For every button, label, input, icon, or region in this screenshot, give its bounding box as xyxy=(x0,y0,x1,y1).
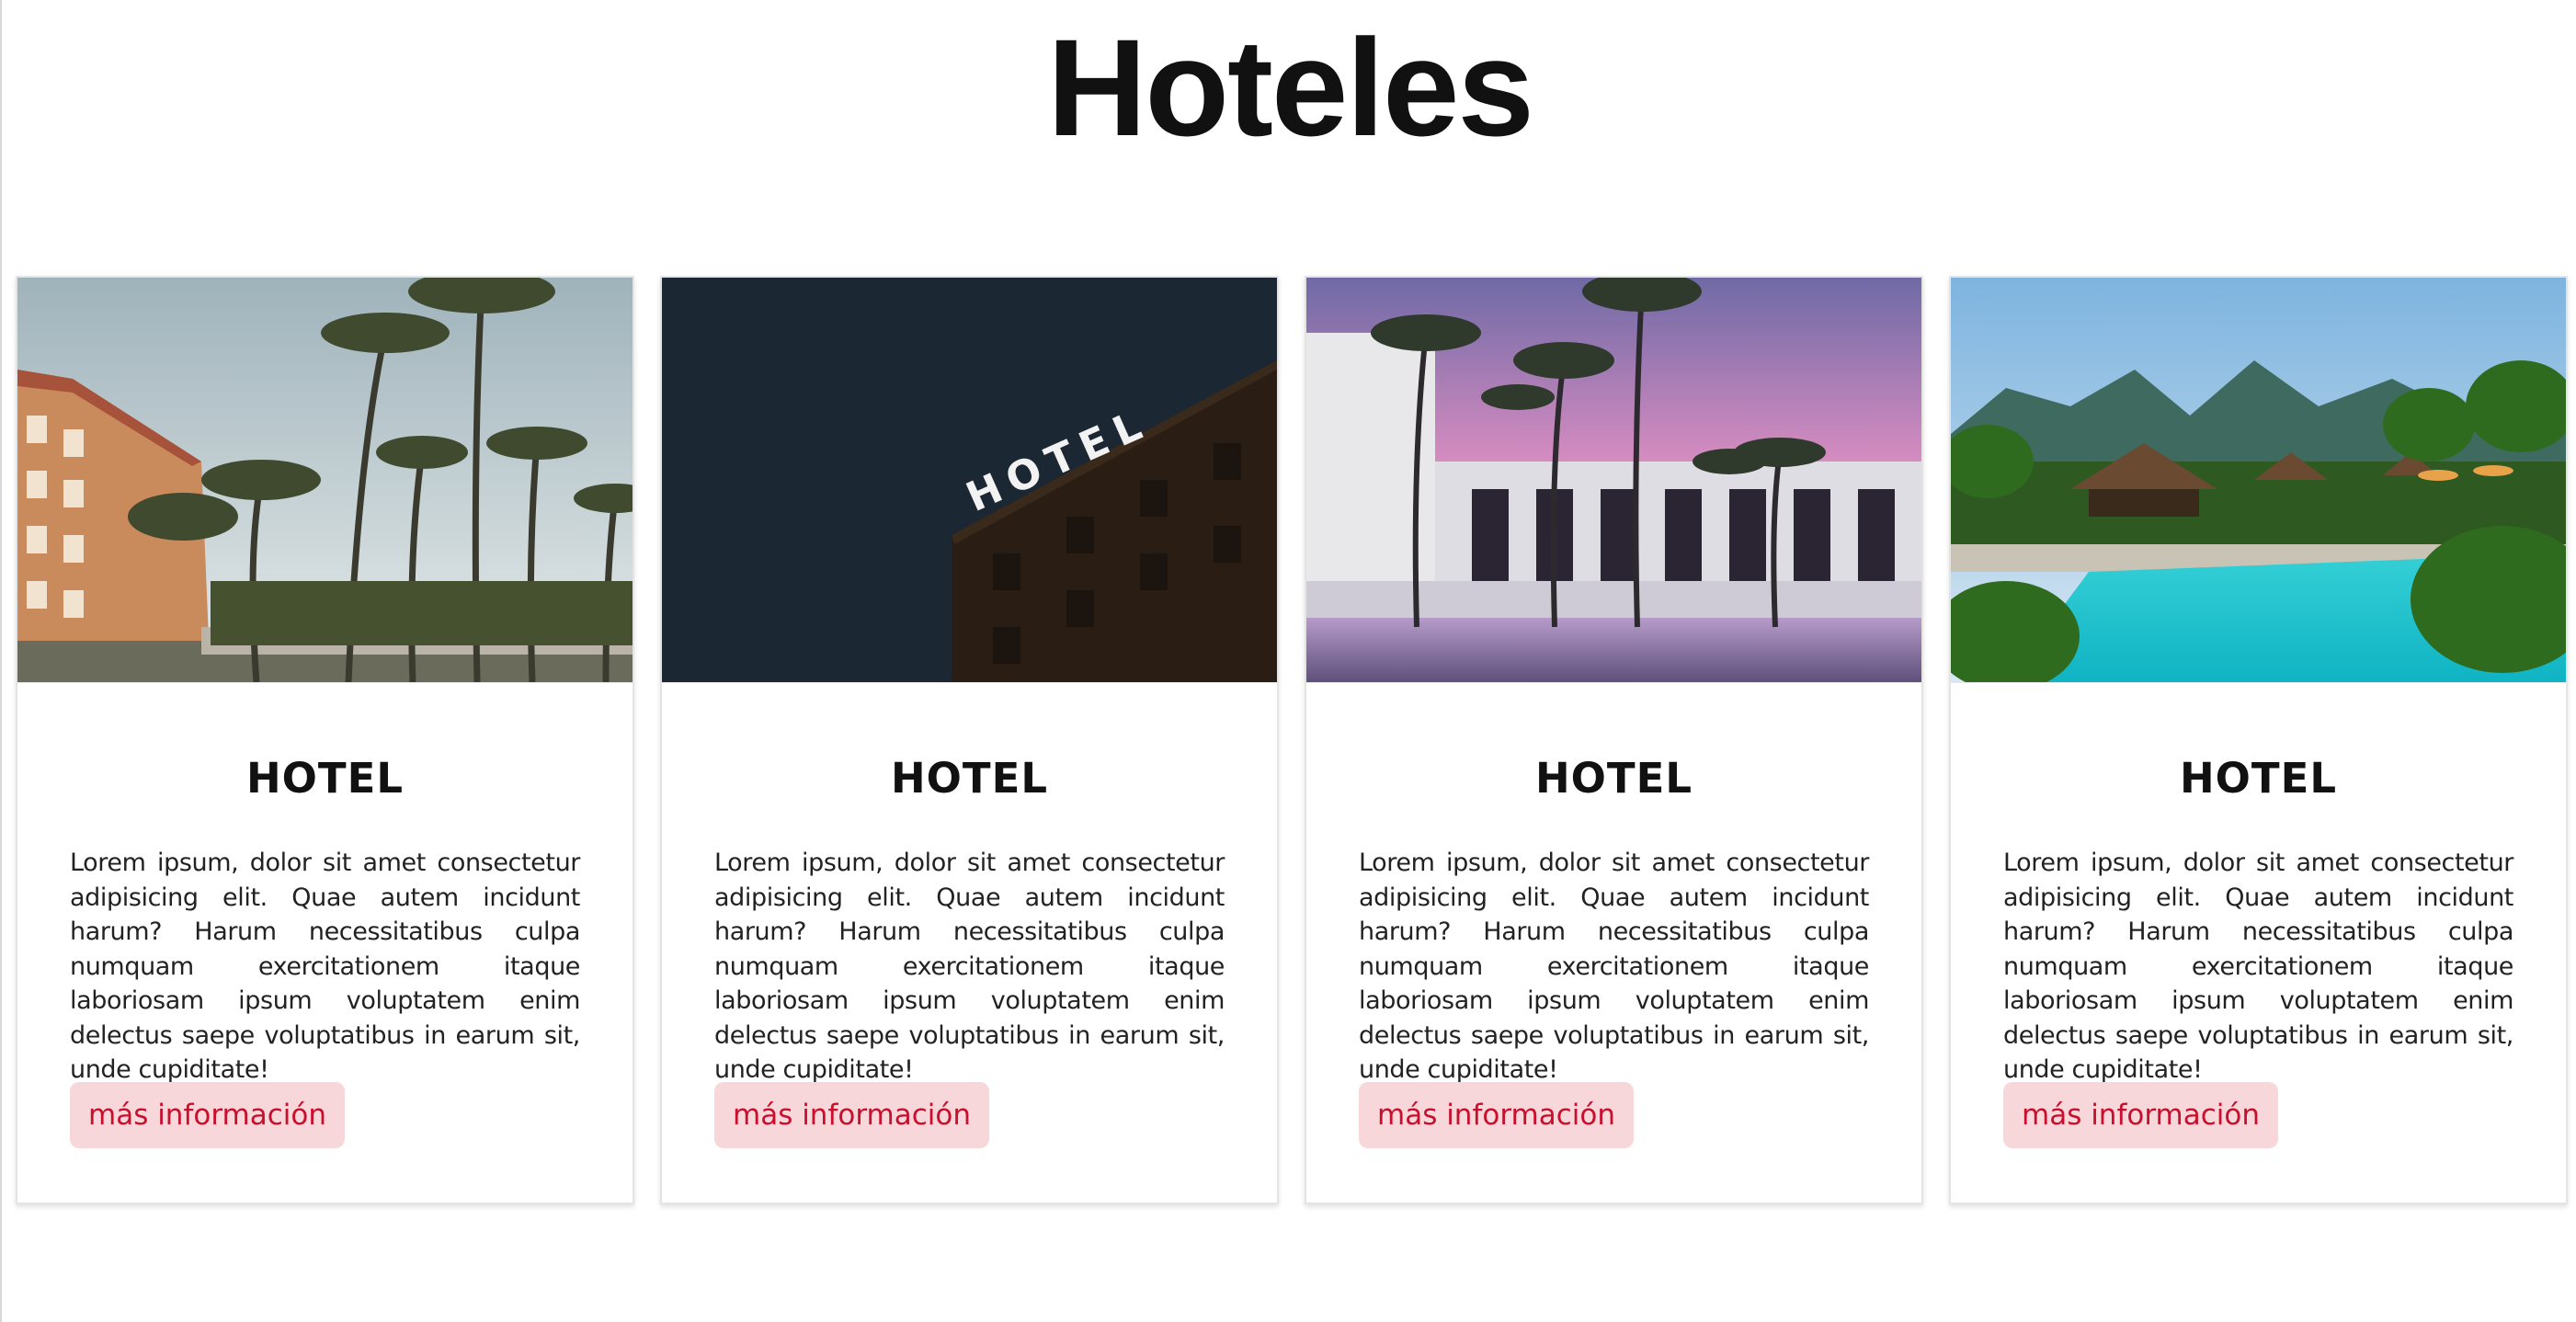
more-info-button[interactable]: más información xyxy=(714,1082,990,1148)
hotel-image: HOTEL xyxy=(662,278,1277,683)
card-title: HOTEL xyxy=(2179,754,2338,803)
card-title: HOTEL xyxy=(1534,754,1693,803)
hotel-card: HOTEL Lorem ipsum, dolor sit amet consec… xyxy=(16,276,634,1204)
more-info-button[interactable]: más información xyxy=(1359,1082,1635,1148)
card-title: HOTEL xyxy=(245,754,405,803)
page: Hoteles HOTEL Lorem ipsum, dolor sit ame… xyxy=(0,0,2576,1322)
card-description: Lorem ipsum, dolor sit amet consectetur … xyxy=(1359,849,1869,1084)
hotel-image xyxy=(1306,278,1921,683)
page-title: Hoteles xyxy=(1047,10,1534,165)
more-info-button[interactable]: más información xyxy=(70,1082,346,1148)
card-description: Lorem ipsum, dolor sit amet consectetur … xyxy=(70,849,580,1084)
hotel-card-grid: HOTEL Lorem ipsum, dolor sit amet consec… xyxy=(16,276,2568,1204)
hotel-image xyxy=(17,278,633,683)
card-description: Lorem ipsum, dolor sit amet consectetur … xyxy=(714,849,1225,1084)
hotel-card: HOTEL Lorem ipsum, dolor sit amet consec… xyxy=(1949,276,2568,1204)
hotel-image xyxy=(1951,278,2566,683)
card-title: HOTEL xyxy=(890,754,1049,803)
hotel-card: HOTEL HOTEL Lorem ipsum, dolor sit amet … xyxy=(660,276,1279,1204)
card-description: Lorem ipsum, dolor sit amet consectetur … xyxy=(2003,849,2513,1084)
more-info-button[interactable]: más información xyxy=(2003,1082,2279,1148)
hotel-card: HOTEL Lorem ipsum, dolor sit amet consec… xyxy=(1305,276,1923,1204)
